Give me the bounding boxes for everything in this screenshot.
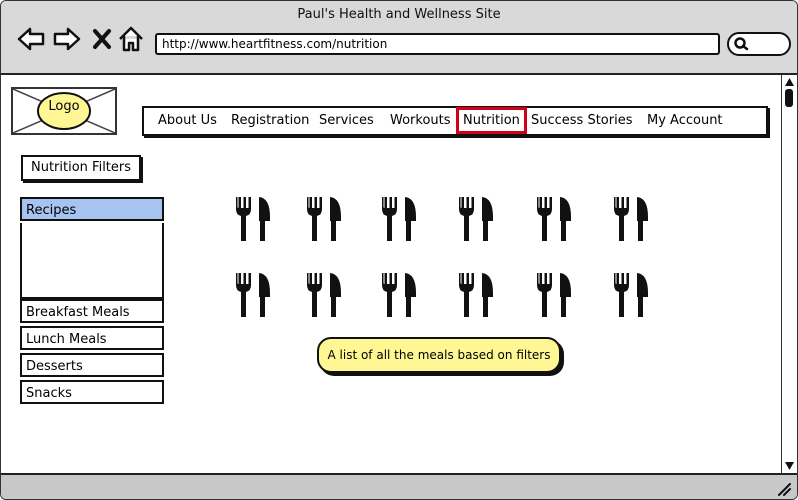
fork-knife-icon[interactable] <box>233 271 273 319</box>
scroll-thumb[interactable] <box>785 89 793 107</box>
search-box[interactable] <box>727 32 791 56</box>
fork-knife-icon[interactable] <box>534 271 574 319</box>
browser-toolbar: Paul's Health and Wellness Site http://w… <box>1 1 797 75</box>
close-icon[interactable] <box>92 25 112 53</box>
resize-grip-icon[interactable] <box>775 480 791 496</box>
nutrition-filters-button[interactable]: Nutrition Filters <box>21 155 142 181</box>
fork-knife-icon[interactable] <box>456 271 496 319</box>
nav-item-services[interactable]: Services <box>319 113 374 128</box>
fork-knife-icon[interactable] <box>611 195 651 243</box>
vertical-scrollbar[interactable] <box>781 75 797 473</box>
main-nav: About Us Registration Services Workouts … <box>142 106 768 136</box>
status-bar <box>1 473 797 499</box>
fork-knife-icon[interactable] <box>379 195 419 243</box>
scroll-down-icon[interactable] <box>784 461 795 471</box>
meals-note: A list of all the meals based on filters <box>317 337 561 373</box>
filter-item-recipes[interactable]: Recipes <box>20 197 164 221</box>
nav-item-my-account[interactable]: My Account <box>647 113 723 128</box>
address-bar[interactable]: http://www.heartfitness.com/nutrition <box>155 33 720 55</box>
forward-arrow-icon[interactable] <box>53 25 81 53</box>
nav-item-workouts[interactable]: Workouts <box>390 113 451 128</box>
page-content: Logo About Us Registration Services Work… <box>1 75 781 473</box>
logo[interactable]: Logo <box>11 87 117 135</box>
filter-item-lunch-meals[interactable]: Lunch Meals <box>20 326 164 350</box>
fork-knife-icon[interactable] <box>379 271 419 319</box>
fork-knife-icon[interactable] <box>233 195 273 243</box>
fork-knife-icon[interactable] <box>534 195 574 243</box>
logo-label: Logo <box>48 99 80 114</box>
fork-knife-icon[interactable] <box>456 195 496 243</box>
browser-window: Paul's Health and Wellness Site http://w… <box>0 0 798 500</box>
fork-knife-icon[interactable] <box>304 271 344 319</box>
nav-item-registration[interactable]: Registration <box>231 113 309 128</box>
scroll-up-icon[interactable] <box>784 77 795 87</box>
home-icon[interactable] <box>118 25 144 53</box>
fork-knife-icon[interactable] <box>304 195 344 243</box>
filter-list-blank-area <box>20 223 164 299</box>
back-arrow-icon[interactable] <box>17 25 45 53</box>
nav-item-about-us[interactable]: About Us <box>158 113 217 128</box>
fork-knife-icon[interactable] <box>611 271 651 319</box>
filter-item-desserts[interactable]: Desserts <box>20 353 164 377</box>
search-icon[interactable] <box>733 36 749 52</box>
filter-item-breakfast-meals[interactable]: Breakfast Meals <box>20 299 164 323</box>
window-title: Paul's Health and Wellness Site <box>297 7 501 22</box>
filter-item-snacks[interactable]: Snacks <box>20 380 164 404</box>
nav-item-nutrition[interactable]: Nutrition <box>456 107 527 134</box>
nav-item-success-stories[interactable]: Success Stories <box>531 113 633 128</box>
